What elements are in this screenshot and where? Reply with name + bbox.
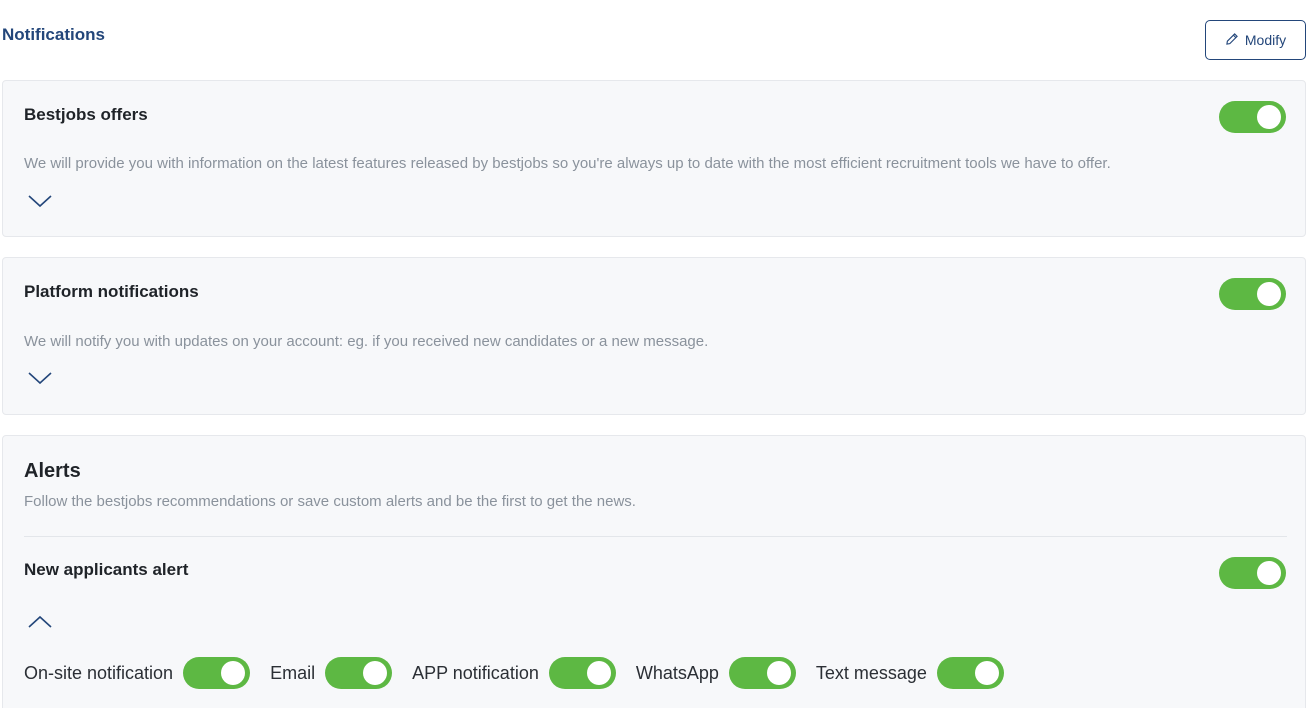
modify-button[interactable]: Modify xyxy=(1205,20,1306,60)
text-message-toggle[interactable] xyxy=(936,657,1004,689)
alerts-title: Alerts xyxy=(24,460,81,482)
channel-whatsapp: WhatsApp xyxy=(636,657,796,689)
chevron-up-icon[interactable] xyxy=(27,614,53,630)
channel-app-notification: APP notification xyxy=(412,657,616,689)
email-toggle[interactable] xyxy=(325,657,393,689)
channel-email: Email xyxy=(270,657,393,689)
alert-channels: On-site notification Email APP notificat… xyxy=(24,657,1024,689)
chevron-down-icon[interactable] xyxy=(27,370,53,386)
app-notification-toggle[interactable] xyxy=(548,657,616,689)
divider xyxy=(24,536,1287,537)
notifications-page: Notifications Modify Bestjobs offers We … xyxy=(0,0,1307,708)
new-applicants-title: New applicants alert xyxy=(24,560,189,579)
card-title: Platform notifications xyxy=(24,282,199,301)
card-platform-notifications: Platform notifications We will notify yo… xyxy=(2,257,1306,415)
channel-label: APP notification xyxy=(412,662,539,683)
header: Notifications Modify xyxy=(0,0,1307,80)
channel-label: On-site notification xyxy=(24,662,174,683)
card-description: We will notify you with updates on your … xyxy=(24,333,709,350)
chevron-down-icon[interactable] xyxy=(27,193,53,209)
on-site-notification-toggle[interactable] xyxy=(183,657,251,689)
card-title: Bestjobs offers xyxy=(24,105,148,124)
card-bestjobs-offers: Bestjobs offers We will provide you with… xyxy=(2,80,1306,237)
channel-label: Email xyxy=(270,662,316,683)
card-alerts: Alerts Follow the bestjobs recommendatio… xyxy=(2,435,1306,708)
bestjobs-offers-toggle[interactable] xyxy=(1219,101,1286,133)
new-applicants-toggle[interactable] xyxy=(1219,557,1286,589)
page-title: Notifications xyxy=(2,25,105,44)
whatsapp-toggle[interactable] xyxy=(728,657,796,689)
channel-label: Text message xyxy=(815,662,927,683)
channel-text-message: Text message xyxy=(816,657,1004,689)
channel-label: WhatsApp xyxy=(635,662,719,683)
modify-button-label: Modify xyxy=(1244,32,1287,48)
platform-notifications-toggle[interactable] xyxy=(1219,278,1286,310)
pencil-icon xyxy=(1225,32,1239,49)
card-description: We will provide you with information on … xyxy=(24,155,1111,172)
channel-on-site-notification: On-site notification xyxy=(24,657,251,689)
alerts-description: Follow the bestjobs recommendations or s… xyxy=(24,493,636,510)
